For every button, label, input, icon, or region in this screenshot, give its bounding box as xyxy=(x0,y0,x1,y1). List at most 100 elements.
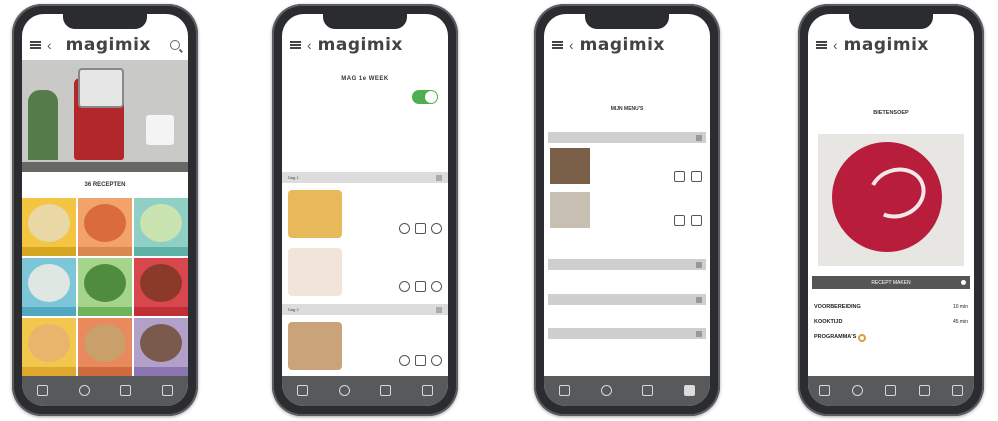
collapse-icon[interactable] xyxy=(436,306,442,313)
phone-frame: ‹ magimix 36 RECEPTEN xyxy=(12,4,198,416)
search-icon[interactable] xyxy=(170,40,180,50)
menu-item[interactable] xyxy=(548,190,706,230)
tab-ingredients[interactable] xyxy=(885,384,897,398)
bottom-tab-bar xyxy=(282,376,448,406)
hero-image[interactable] xyxy=(22,60,188,172)
recipe-tile[interactable] xyxy=(78,198,132,256)
cart-icon[interactable] xyxy=(415,223,426,234)
tab-menu[interactable] xyxy=(421,384,433,398)
cart-icon[interactable] xyxy=(415,355,426,366)
tab-cart[interactable] xyxy=(120,384,132,398)
recipe-tile-photo xyxy=(84,324,126,362)
tab-cart[interactable] xyxy=(380,384,392,398)
collapse-icon[interactable] xyxy=(436,174,442,181)
recipe-row[interactable] xyxy=(282,244,448,300)
search-icon xyxy=(78,384,90,396)
cart-icon[interactable] xyxy=(674,171,685,182)
tab-menu[interactable] xyxy=(683,384,695,398)
plant-shape xyxy=(28,90,58,160)
recipe-thumbnail xyxy=(288,248,342,296)
section-title: 36 RECEPTEN xyxy=(84,182,126,188)
tab-home[interactable] xyxy=(819,384,831,398)
recipe-tile[interactable] xyxy=(78,258,132,316)
home-icon xyxy=(559,384,571,396)
page-title: MAG 1e WEEK xyxy=(341,76,389,82)
machine-bowl xyxy=(78,68,124,108)
back-icon[interactable]: ‹ xyxy=(307,38,312,52)
recipe-tile[interactable] xyxy=(134,198,188,256)
phone-screen: ‹ magimix MAG 1e WEEK Dag 1 Dag 2 xyxy=(282,14,448,406)
recipe-row[interactable] xyxy=(282,318,448,374)
menu-day-header[interactable] xyxy=(548,132,706,143)
menu-icon[interactable] xyxy=(552,41,563,49)
collapse-icon[interactable] xyxy=(696,261,702,268)
menu-item[interactable] xyxy=(548,146,706,186)
recipe-tile-photo xyxy=(84,204,126,242)
prep-time-row: VOORBEREIDING 10 min xyxy=(814,304,968,310)
recipe-tile-photo xyxy=(28,264,70,302)
collapse-icon[interactable] xyxy=(696,134,702,141)
refresh-icon[interactable] xyxy=(431,355,442,366)
tab-search[interactable] xyxy=(600,384,612,398)
recipe-tile[interactable] xyxy=(22,258,76,316)
tab-home[interactable] xyxy=(297,384,309,398)
menu-day-header[interactable] xyxy=(548,328,706,339)
tab-share[interactable] xyxy=(951,384,963,398)
home-icon xyxy=(297,384,309,396)
hero-caption xyxy=(22,162,188,172)
brand-logo: magimix xyxy=(317,35,403,55)
menu-icon[interactable] xyxy=(290,41,301,49)
recipe-thumbnail xyxy=(288,190,342,238)
cart-icon[interactable] xyxy=(674,215,685,226)
back-icon[interactable]: ‹ xyxy=(833,38,838,52)
menu-icon[interactable] xyxy=(816,41,827,49)
recipe-tile[interactable] xyxy=(22,318,76,376)
recipe-tile-label xyxy=(78,307,132,316)
refresh-icon[interactable] xyxy=(431,223,442,234)
bottom-tab-bar xyxy=(22,376,188,406)
recipe-tile[interactable] xyxy=(22,198,76,256)
tab-menu[interactable] xyxy=(161,384,173,398)
cart-icon[interactable] xyxy=(415,281,426,292)
cart-icon xyxy=(642,384,654,396)
tab-search[interactable] xyxy=(78,384,90,398)
collapse-icon[interactable] xyxy=(696,330,702,337)
make-recipe-button[interactable]: RECEPT MAKEN xyxy=(812,276,970,289)
collapse-icon[interactable] xyxy=(696,296,702,303)
refresh-icon[interactable] xyxy=(399,223,410,234)
tab-cart[interactable] xyxy=(642,384,654,398)
recipe-row[interactable] xyxy=(282,186,448,242)
tab-home[interactable] xyxy=(37,384,49,398)
recipe-tile-label xyxy=(78,367,132,376)
day-header: Dag 1 xyxy=(282,172,448,183)
recipe-tile[interactable] xyxy=(134,318,188,376)
trash-icon[interactable] xyxy=(691,171,702,182)
refresh-icon[interactable] xyxy=(399,281,410,292)
recipe-tile[interactable] xyxy=(134,258,188,316)
trash-icon[interactable] xyxy=(691,215,702,226)
back-icon[interactable]: ‹ xyxy=(569,38,574,52)
phone-screen: ‹ magimix BIETENSOEP RECEPT MAKEN VOORBE… xyxy=(808,14,974,406)
tab-search[interactable] xyxy=(338,384,350,398)
recipe-tile[interactable] xyxy=(78,318,132,376)
notch xyxy=(849,14,933,29)
top-bar: ‹ magimix xyxy=(282,30,448,60)
menu-icon[interactable] xyxy=(30,41,41,49)
refresh-icon[interactable] xyxy=(431,281,442,292)
cart-icon xyxy=(380,384,392,396)
phone-frame: ‹ magimix BIETENSOEP RECEPT MAKEN VOORBE… xyxy=(798,4,984,416)
tab-cart[interactable] xyxy=(918,384,930,398)
tab-search[interactable] xyxy=(852,384,864,398)
brand-logo: magimix xyxy=(579,35,665,55)
menu-day-header[interactable] xyxy=(548,294,706,305)
menu-day-header[interactable] xyxy=(548,259,706,270)
phone-screen: ‹ magimix 36 RECEPTEN xyxy=(22,14,188,406)
week-toggle[interactable] xyxy=(412,90,438,104)
phone-frame: ‹ magimix MIJN MENU'S xyxy=(534,4,720,416)
back-icon[interactable]: ‹ xyxy=(47,38,52,52)
tab-home[interactable] xyxy=(559,384,571,398)
chef-hat-icon xyxy=(683,384,695,396)
brand-logo: magimix xyxy=(843,35,929,55)
refresh-icon[interactable] xyxy=(399,355,410,366)
search-icon xyxy=(600,384,612,396)
